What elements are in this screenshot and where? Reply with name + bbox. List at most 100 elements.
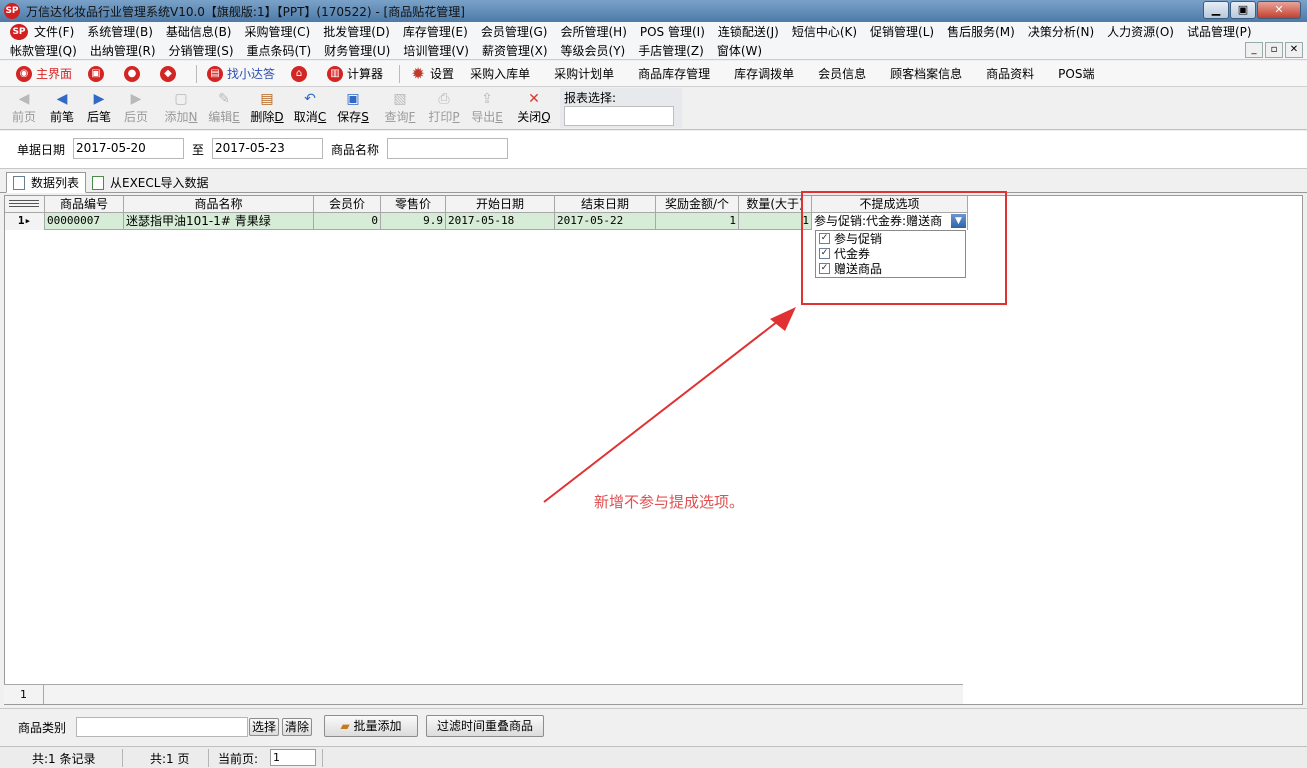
quick-link[interactable]: 库存调拨单 — [734, 65, 794, 82]
quick-link[interactable]: 采购计划单 — [554, 65, 614, 82]
add-button[interactable]: ▢ 添加N — [163, 90, 199, 126]
mdi-close-button[interactable]: ✕ — [1285, 42, 1303, 58]
edit-button[interactable]: ✎ 编辑E — [206, 90, 242, 126]
message-button[interactable]: ● — [124, 65, 144, 82]
menu-item[interactable]: 重点条码(T) — [247, 42, 312, 59]
col-reward[interactable]: 奖励金额/个 — [656, 196, 739, 213]
product-name-input[interactable] — [387, 138, 508, 159]
quick-link[interactable]: 商品资料 — [986, 65, 1034, 82]
mdi-restore-button[interactable]: ▫ — [1265, 42, 1283, 58]
menu-item[interactable]: 售后服务(M) — [947, 23, 1015, 40]
current-page-input[interactable]: 1 — [270, 749, 316, 766]
quick-link[interactable]: 顾客档案信息 — [890, 65, 962, 82]
quick-link[interactable]: 采购入库单 — [470, 65, 530, 82]
calculator-button[interactable]: ▥ 计算器 — [327, 65, 383, 82]
col-start-date[interactable]: 开始日期 — [446, 196, 555, 213]
cell-end-date[interactable]: 2017-05-22 — [555, 213, 656, 230]
home-button[interactable]: ◉ 主界面 — [16, 65, 72, 82]
settings-button[interactable]: ✹ 设置 — [410, 65, 454, 82]
quick-link[interactable]: POS端 — [1058, 65, 1094, 82]
minimize-button[interactable]: ▁ — [1203, 1, 1229, 19]
lock-icon: ▣ — [88, 65, 105, 82]
menu-item[interactable]: 会所管理(H) — [560, 23, 626, 40]
filter-overlap-button[interactable]: 过滤时间重叠商品 — [426, 715, 544, 737]
menu-item[interactable]: 基础信息(B) — [166, 23, 232, 40]
menu-item[interactable]: 帐款管理(Q) — [10, 42, 77, 59]
first-page-button[interactable]: ◀ 前页 — [6, 90, 42, 126]
mdi-minimize-button[interactable]: _ — [1245, 42, 1263, 58]
shield-button[interactable]: ◆ — [160, 65, 180, 82]
menu-item[interactable]: 出纳管理(R) — [90, 42, 156, 59]
menu-item[interactable]: POS 管理(I) — [640, 23, 705, 40]
save-disk-icon: ▣ — [346, 91, 360, 107]
export-button[interactable]: ⇪ 导出E — [469, 90, 505, 126]
add-doc-icon: ▢ — [174, 91, 188, 107]
cell-reward[interactable]: 1 — [656, 213, 739, 230]
menu-item[interactable]: 窗体(W) — [717, 42, 762, 59]
cancel-button[interactable]: ↶ 取消C — [292, 90, 328, 126]
cell-retail-price[interactable]: 9.9 — [381, 213, 446, 230]
date-to-input[interactable]: 2017-05-23 — [212, 138, 323, 159]
category-label: 商品类别 — [18, 721, 67, 735]
category-input[interactable] — [76, 717, 248, 737]
print-button[interactable]: ⎙ 打印P — [426, 90, 462, 126]
col-end-date[interactable]: 结束日期 — [555, 196, 656, 213]
menu-item[interactable]: 决策分析(N) — [1028, 23, 1094, 40]
menu-item[interactable]: 采购管理(C) — [245, 23, 311, 40]
menu-item[interactable]: 人力资源(O) — [1107, 23, 1174, 40]
delete-button[interactable]: ▤ 删除D — [249, 90, 285, 126]
menu-item[interactable]: 等级会员(Y) — [561, 42, 626, 59]
cell-member-price[interactable]: 0 — [314, 213, 381, 230]
menu-item[interactable]: 手店管理(Z) — [638, 42, 704, 59]
report-select[interactable] — [564, 106, 674, 126]
menu-item[interactable]: 批发管理(D) — [323, 23, 390, 40]
quick-link[interactable]: 会员信息 — [818, 65, 866, 82]
query-button[interactable]: ▧ 查询F — [382, 90, 418, 126]
menu-item[interactable]: 促销管理(L) — [870, 23, 934, 40]
col-member-price[interactable]: 会员价 — [314, 196, 381, 213]
grid-footer-count: 1 — [4, 685, 44, 704]
lock-button[interactable]: ▣ — [88, 65, 108, 82]
date-from-input[interactable]: 2017-05-20 — [73, 138, 184, 159]
menu-item[interactable]: 试品管理(P) — [1187, 23, 1252, 40]
row-header-corner — [5, 196, 45, 213]
col-code[interactable]: 商品编号 — [45, 196, 124, 213]
menu-item[interactable]: 库存管理(E) — [403, 23, 468, 40]
last-page-button[interactable]: ▶ 后页 — [118, 90, 154, 126]
menu-item[interactable]: 培训管理(V) — [403, 42, 469, 59]
menu-item[interactable]: 会员管理(G) — [481, 23, 548, 40]
select-button[interactable]: 选择 — [249, 718, 279, 736]
cell-start-date[interactable]: 2017-05-18 — [446, 213, 555, 230]
home-page-button[interactable]: ⌂ — [291, 65, 311, 82]
close-x-icon: ✕ — [528, 91, 540, 107]
find-assistant-button[interactable]: ▤ 找小达答 — [207, 65, 275, 82]
batch-add-button[interactable]: ▰ 批量添加 — [324, 715, 418, 737]
right-arrow-icon: ▶ — [93, 91, 105, 107]
tab-data-list[interactable]: 数据列表 — [6, 172, 87, 193]
menu-item[interactable]: 连锁配送(J) — [718, 23, 779, 40]
menu-item[interactable]: 薪资管理(X) — [482, 42, 548, 59]
menu-item[interactable]: 分销管理(S) — [169, 42, 234, 59]
maximize-button[interactable]: ▣ — [1230, 1, 1256, 19]
undo-icon: ↶ — [304, 91, 316, 107]
export-icon: ⇪ — [481, 91, 493, 107]
next-record-button[interactable]: ▶ 后笔 — [81, 90, 117, 126]
save-button[interactable]: ▣ 保存S — [335, 90, 371, 126]
home-compass-icon: ◉ — [16, 65, 32, 82]
close-window-button[interactable]: ✕ — [1257, 1, 1301, 19]
menu-item[interactable]: 系统管理(B) — [87, 23, 153, 40]
tab-import-excel[interactable]: 从EXECL导入数据 — [86, 172, 214, 193]
menu-item[interactable]: 文件(F) — [34, 23, 74, 40]
prev-record-button[interactable]: ◀ 前笔 — [44, 90, 80, 126]
cell-name[interactable]: 迷瑟指甲油101-1# 青果绿 — [124, 213, 314, 230]
clear-button[interactable]: 清除 — [282, 718, 312, 736]
quick-link[interactable]: 商品库存管理 — [638, 65, 710, 82]
highlight-box — [801, 191, 1007, 305]
briefcase-icon: ▰ — [340, 719, 354, 733]
menu-item[interactable]: 财务管理(U) — [324, 42, 390, 59]
col-retail-price[interactable]: 零售价 — [381, 196, 446, 213]
col-name[interactable]: 商品名称 — [124, 196, 314, 213]
close-button[interactable]: ✕ 关闭Q — [516, 90, 552, 126]
cell-code[interactable]: 00000007 — [45, 213, 124, 230]
menu-item[interactable]: 短信中心(K) — [792, 23, 857, 40]
